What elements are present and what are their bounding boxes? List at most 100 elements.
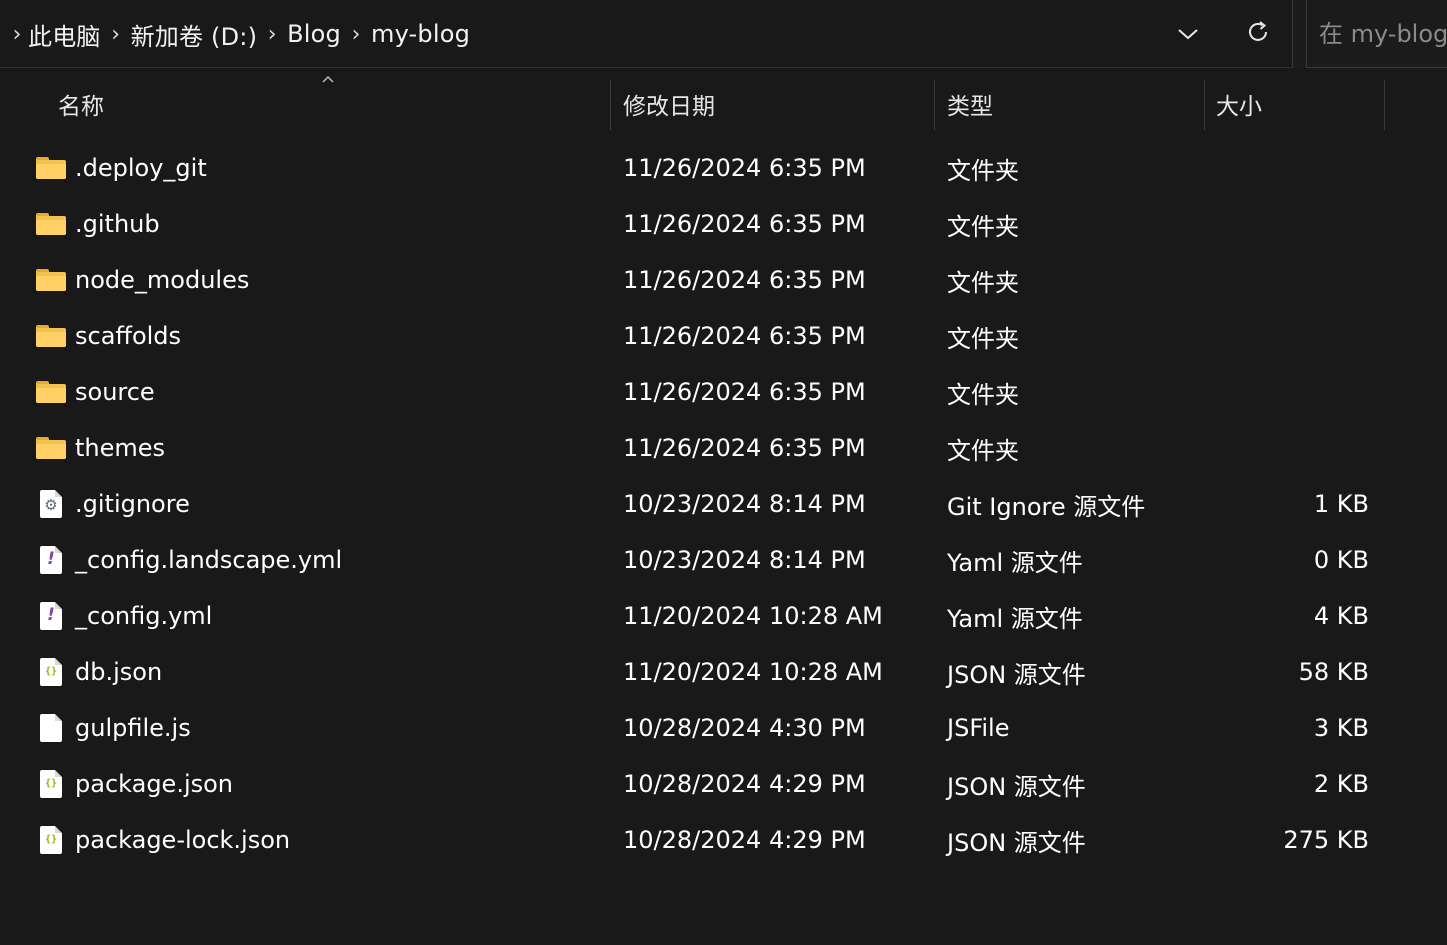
search-box[interactable] [1306,0,1447,68]
folder-icon [36,325,66,347]
file-date-modified: 11/26/2024 6:35 PM [623,154,866,182]
file-row[interactable]: gulpfile.js 10/28/2024 4:30 PM JSFile 3 KB [0,700,1447,756]
file-row[interactable]: {} db.json 11/20/2024 10:28 AM JSON 源文件 58 K… [0,644,1447,700]
file-name: themes [75,434,166,462]
file-name: _config.yml [75,602,213,630]
file-row[interactable]: scaffolds 11/26/2024 6:35 PM 文件夹 [0,308,1447,364]
file-icon-cell [36,364,66,420]
folder-icon [36,157,66,179]
file-size: 0 KB [1313,546,1369,574]
file-name: .gitignore [75,490,190,518]
file-date-modified: 11/26/2024 6:35 PM [623,434,866,462]
top-bar: › 此电脑 › 新加卷 (D:) › Blog › my-blog [0,0,1447,68]
folder-icon [36,269,66,291]
file-size: 1 KB [1313,490,1369,518]
breadcrumb-item-drive-d[interactable]: 新加卷 (D:) [131,17,258,52]
file-date-modified: 11/26/2024 6:35 PM [623,210,866,238]
file-type: Yaml 源文件 [947,604,1083,633]
breadcrumb: › 此电脑 › 新加卷 (D:) › Blog › my-blog [6,0,470,68]
file-type: Git Ignore 源文件 [947,492,1146,521]
file-date-modified: 10/28/2024 4:29 PM [623,826,866,854]
file-type: 文件夹 [947,436,1019,465]
refresh-icon [1249,21,1267,41]
breadcrumb-chevron-icon[interactable]: › [341,22,371,47]
column-header-size[interactable]: 大小 [1216,76,1262,132]
file-icon-cell [36,140,66,196]
search-input[interactable] [1319,19,1447,48]
column-header-date[interactable]: 修改日期 [623,76,715,132]
file-icon-cell [36,252,66,308]
file-row[interactable]: .deploy_git 11/26/2024 6:35 PM 文件夹 [0,140,1447,196]
column-header-row: 名称 修改日期 类型 大小 [0,76,1447,132]
file-icon-cell: {} [36,812,66,868]
json-file-icon: {} [40,658,62,686]
folder-icon [36,213,66,235]
file-date-modified: 11/26/2024 6:35 PM [623,266,866,294]
json-file-icon: {} [40,826,62,854]
file-type: 文件夹 [947,324,1019,353]
sort-up-caret-icon [322,75,334,83]
breadcrumb-chevron-icon[interactable]: › [257,22,287,47]
file-date-modified: 10/28/2024 4:30 PM [623,714,866,742]
column-divider[interactable] [1384,80,1385,130]
breadcrumb-root-chevron-icon[interactable]: › [6,22,28,47]
file-name: scaffolds [75,322,182,350]
yaml-file-icon: ! [40,602,62,630]
file-row[interactable]: ! _config.landscape.yml 10/23/2024 8:14 PM… [0,532,1447,588]
file-name: gulpfile.js [75,714,191,742]
file-name: package-lock.json [75,826,291,854]
file-type: JSON 源文件 [947,828,1086,857]
folder-icon [36,381,66,403]
file-row[interactable]: node_modules 11/26/2024 6:35 PM 文件夹 [0,252,1447,308]
breadcrumb-item-my-blog[interactable]: my-blog [371,20,470,48]
breadcrumb-item-blog[interactable]: Blog [287,20,341,48]
file-icon-cell [36,700,66,756]
file-row[interactable]: {} package-lock.json 10/28/2024 4:29 PM JSO… [0,812,1447,868]
file-size: 3 KB [1313,714,1369,742]
file-name: .deploy_git [75,154,207,182]
column-divider[interactable] [934,80,935,130]
column-header-type[interactable]: 类型 [947,76,993,132]
file-type: Yaml 源文件 [947,548,1083,577]
json-file-icon: {} [40,770,62,798]
file-date-modified: 11/26/2024 6:35 PM [623,322,866,350]
file-row[interactable]: ⚙ .gitignore 10/23/2024 8:14 PM Git Ignore … [0,476,1447,532]
file-row[interactable]: {} package.json 10/28/2024 4:29 PM JSON 源文件… [0,756,1447,812]
file-date-modified: 10/23/2024 8:14 PM [623,490,866,518]
file-name: node_modules [75,266,250,294]
file-date-modified: 11/20/2024 10:28 AM [623,658,883,686]
file-size: 275 KB [1283,826,1369,854]
yaml-file-icon: ! [40,546,62,574]
file-icon-cell: {} [36,644,66,700]
file-date-modified: 10/23/2024 8:14 PM [623,546,866,574]
chevron-down-icon [1178,29,1198,40]
address-history-dropdown-button[interactable] [1166,14,1210,54]
refresh-button[interactable] [1236,12,1280,52]
file-size: 4 KB [1313,602,1369,630]
file-name: package.json [75,770,234,798]
column-divider[interactable] [1204,80,1205,130]
file-icon-cell: ! [36,588,66,644]
address-bar[interactable]: › 此电脑 › 新加卷 (D:) › Blog › my-blog [0,0,1293,68]
file-size: 58 KB [1298,658,1369,686]
file-list: .deploy_git 11/26/2024 6:35 PM 文件夹 .github 1… [0,140,1447,868]
gitignore-file-icon: ⚙ [40,490,62,518]
column-divider[interactable] [610,80,611,130]
file-type: JSON 源文件 [947,660,1086,689]
column-header-name[interactable]: 名称 [58,76,104,132]
file-row[interactable]: .github 11/26/2024 6:35 PM 文件夹 [0,196,1447,252]
file-row[interactable]: source 11/26/2024 6:35 PM 文件夹 [0,364,1447,420]
file-type: 文件夹 [947,380,1019,409]
breadcrumb-item-this-pc[interactable]: 此电脑 [28,17,101,52]
file-icon-cell: {} [36,756,66,812]
file-type: JSON 源文件 [947,772,1086,801]
blank-file-icon [40,714,62,742]
file-icon-cell [36,196,66,252]
file-size: 2 KB [1313,770,1369,798]
file-row[interactable]: themes 11/26/2024 6:35 PM 文件夹 [0,420,1447,476]
file-row[interactable]: ! _config.yml 11/20/2024 10:28 AM Yaml 源文件 4… [0,588,1447,644]
breadcrumb-chevron-icon[interactable]: › [101,22,131,47]
file-type: JSFile [947,714,1010,742]
file-name: _config.landscape.yml [75,546,343,574]
file-date-modified: 10/28/2024 4:29 PM [623,770,866,798]
